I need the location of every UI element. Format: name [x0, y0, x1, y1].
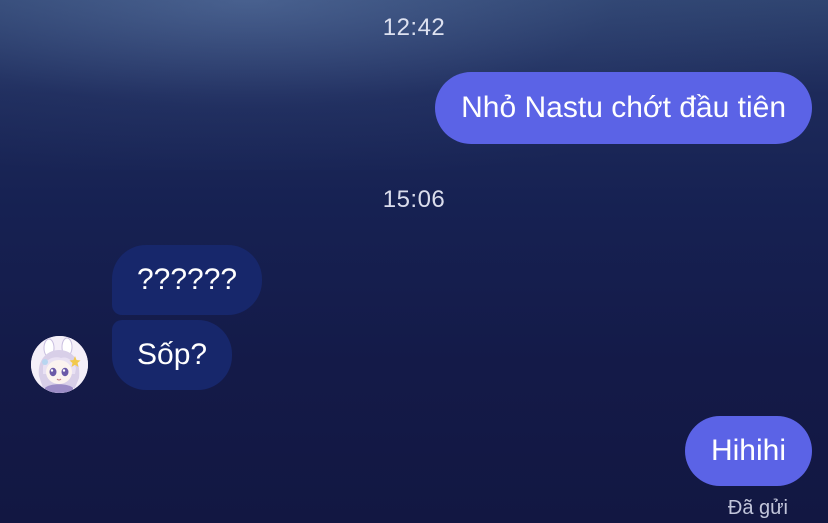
outgoing-message-bubble[interactable]: Hihihi [684, 416, 812, 486]
outgoing-message-bubble[interactable]: Nhỏ Nastu chớt đầu tiên [435, 72, 812, 144]
contact-avatar[interactable] [31, 336, 88, 393]
message-timestamp: 15:06 [382, 186, 446, 213]
message-text: Sốp? [137, 338, 208, 371]
message-text: ?????? [137, 263, 238, 296]
delivery-status: Đã gửi [727, 497, 788, 519]
message-text: Nhỏ Nastu chớt đầu tiên [461, 91, 786, 124]
anime-girl-avatar-icon [31, 336, 88, 393]
message-timestamp: 12:42 [382, 14, 446, 41]
incoming-message-bubble[interactable]: ?????? [112, 245, 263, 315]
message-text: Hihihi [710, 434, 786, 467]
incoming-message-bubble[interactable]: Sốp? [112, 320, 233, 390]
